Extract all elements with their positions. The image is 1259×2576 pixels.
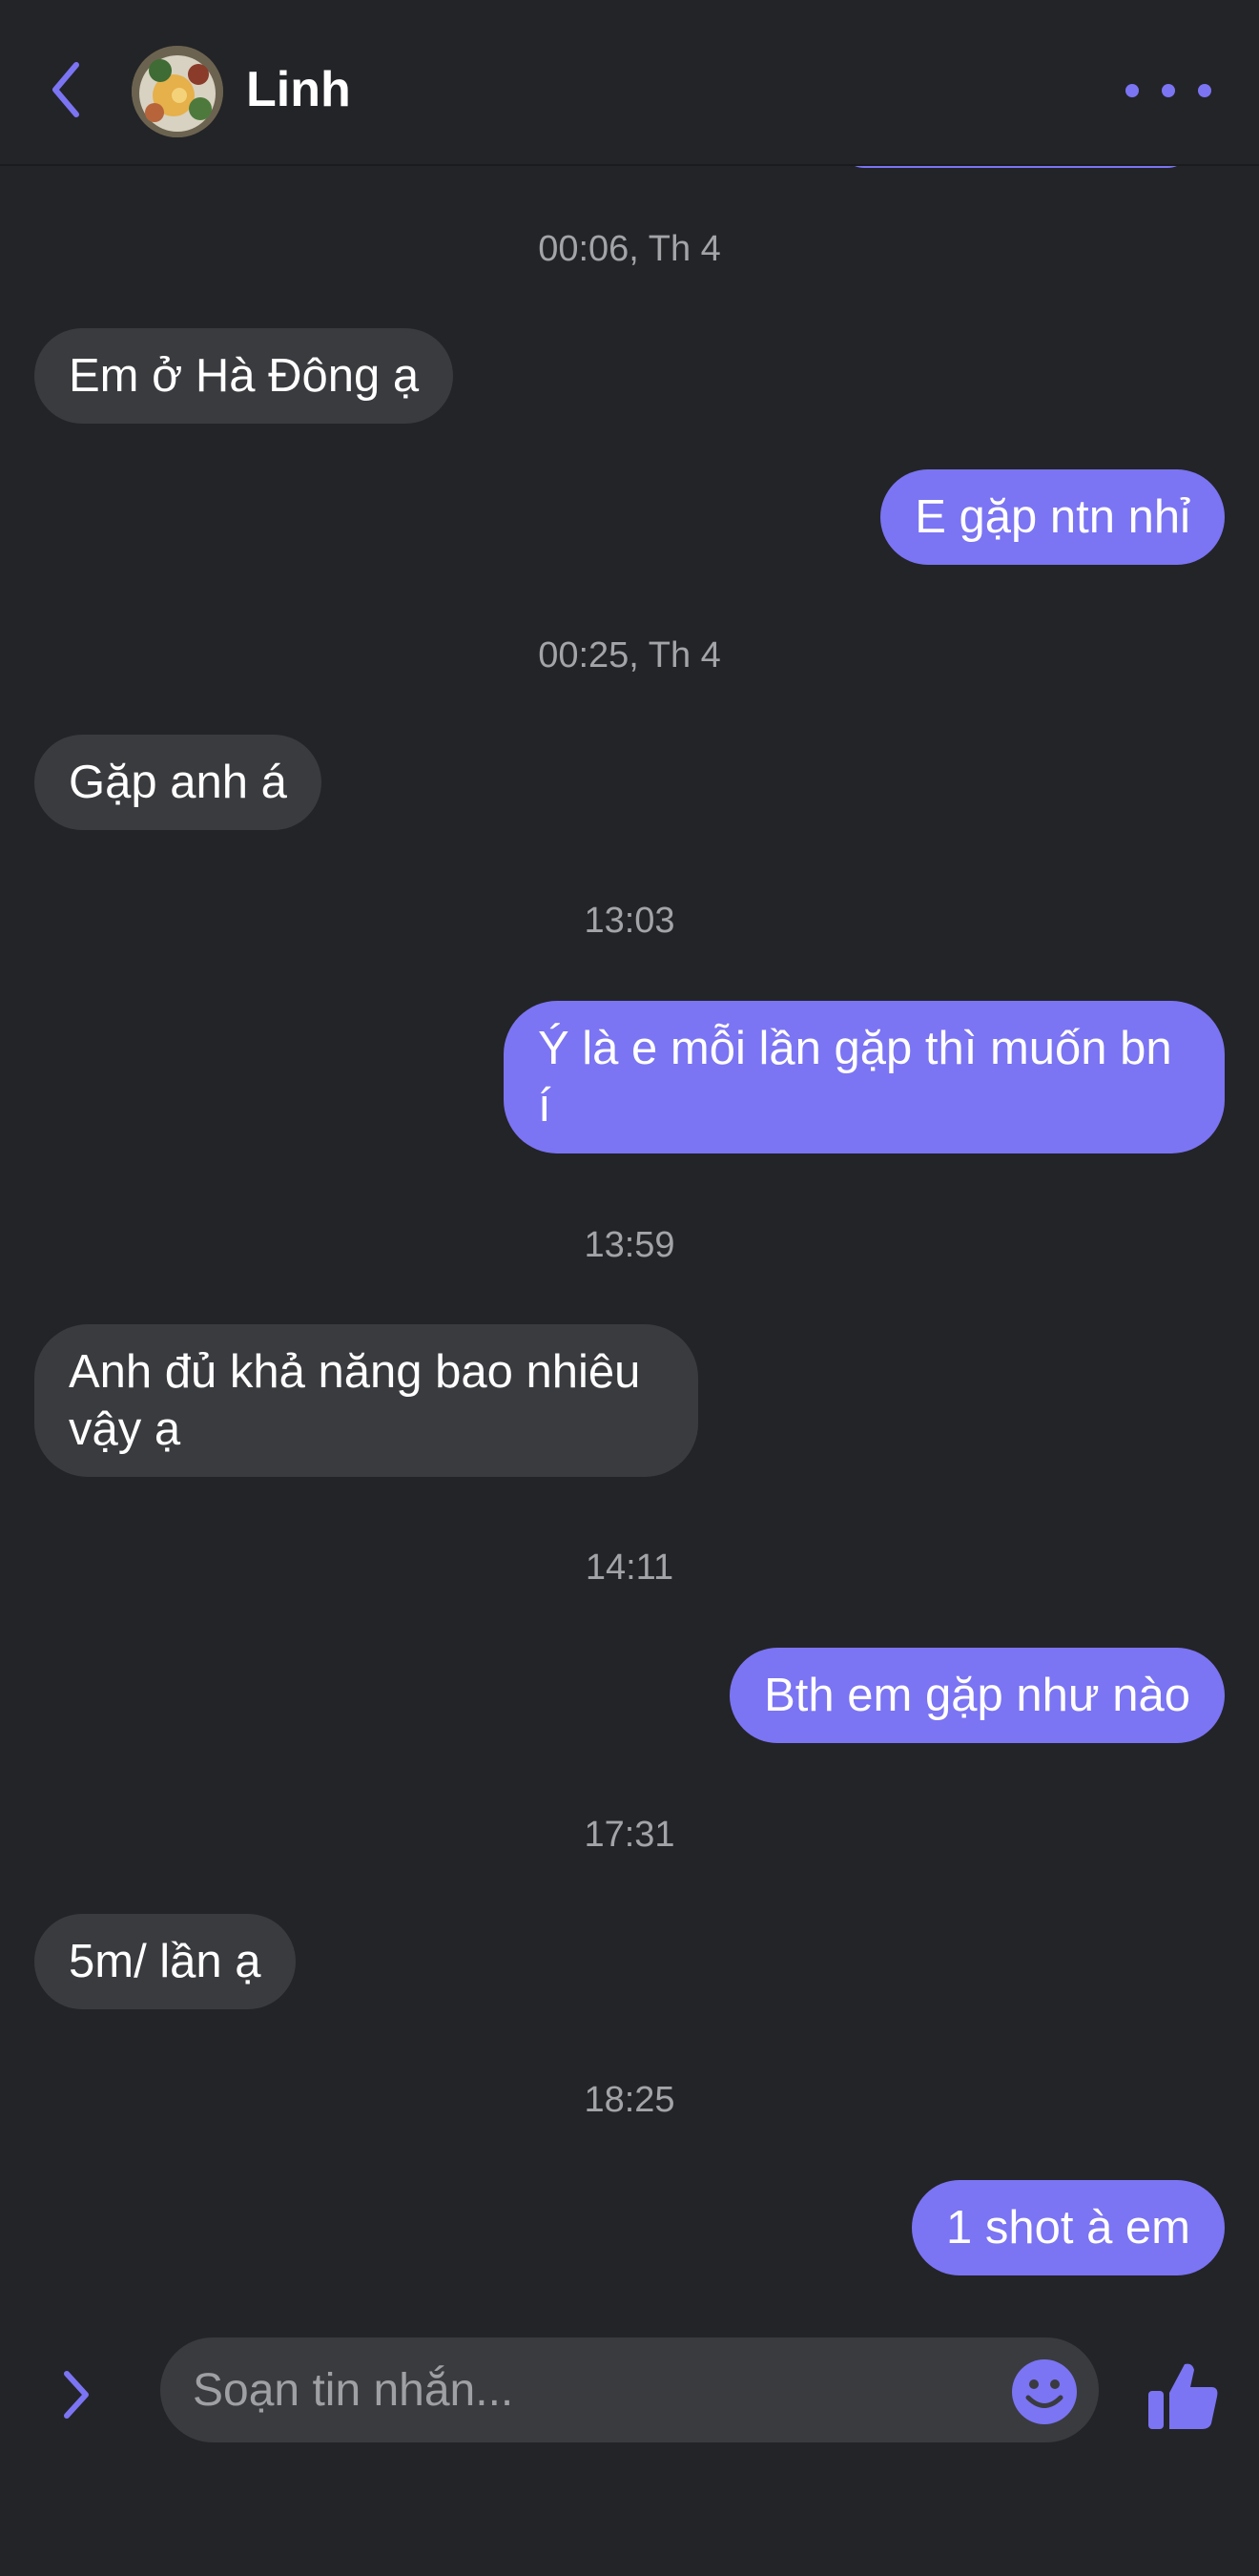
timestamp: 14:11 [585, 1548, 674, 1588]
contact-avatar[interactable] [132, 46, 223, 137]
timestamp: 00:06, Th 4 [538, 229, 721, 269]
outgoing-message[interactable]: Bth em gặp như nào [730, 1648, 1225, 1743]
avatar-image [132, 46, 223, 137]
outgoing-message[interactable]: 1 shot à em [911, 2180, 1225, 2275]
more-dot [1162, 84, 1175, 97]
timestamp: 00:25, Th 4 [538, 635, 721, 675]
message-input[interactable] [160, 2337, 1099, 2442]
timestamp: 18:25 [584, 2080, 675, 2120]
chat-header: Linh [0, 0, 1259, 166]
chevron-right-icon [64, 2371, 89, 2419]
timestamp: 17:31 [584, 1815, 675, 1855]
chevron-left-icon [52, 62, 79, 117]
incoming-message[interactable]: 5m/ lần ạ [34, 1914, 296, 2009]
smiley-icon [1012, 2359, 1077, 2424]
thumbs-up-icon [1148, 2363, 1218, 2429]
incoming-message[interactable]: Gặp anh á [34, 735, 321, 830]
more-dots-icon [1125, 84, 1139, 97]
timestamp: 13:03 [584, 901, 675, 941]
incoming-message[interactable]: Anh đủ khả năng bao nhiêu vậy ạ [34, 1324, 698, 1477]
more-options-button[interactable] [1125, 67, 1211, 114]
like-button[interactable] [1145, 2357, 1221, 2433]
message-composer [0, 2318, 1259, 2576]
incoming-message[interactable]: Em ở Hà Đông ạ [34, 328, 454, 424]
emoji-button[interactable] [1011, 2358, 1078, 2425]
back-button[interactable] [38, 53, 95, 126]
outgoing-message[interactable]: Ý là e mỗi lần gặp thì muốn bn í [504, 1001, 1225, 1153]
contact-name[interactable]: Linh [246, 59, 351, 120]
expand-actions-button[interactable] [50, 2360, 103, 2429]
outgoing-message[interactable]: E gặp ntn nhỉ [880, 469, 1225, 565]
more-dot [1198, 84, 1211, 97]
timestamp: 13:59 [584, 1225, 675, 1265]
